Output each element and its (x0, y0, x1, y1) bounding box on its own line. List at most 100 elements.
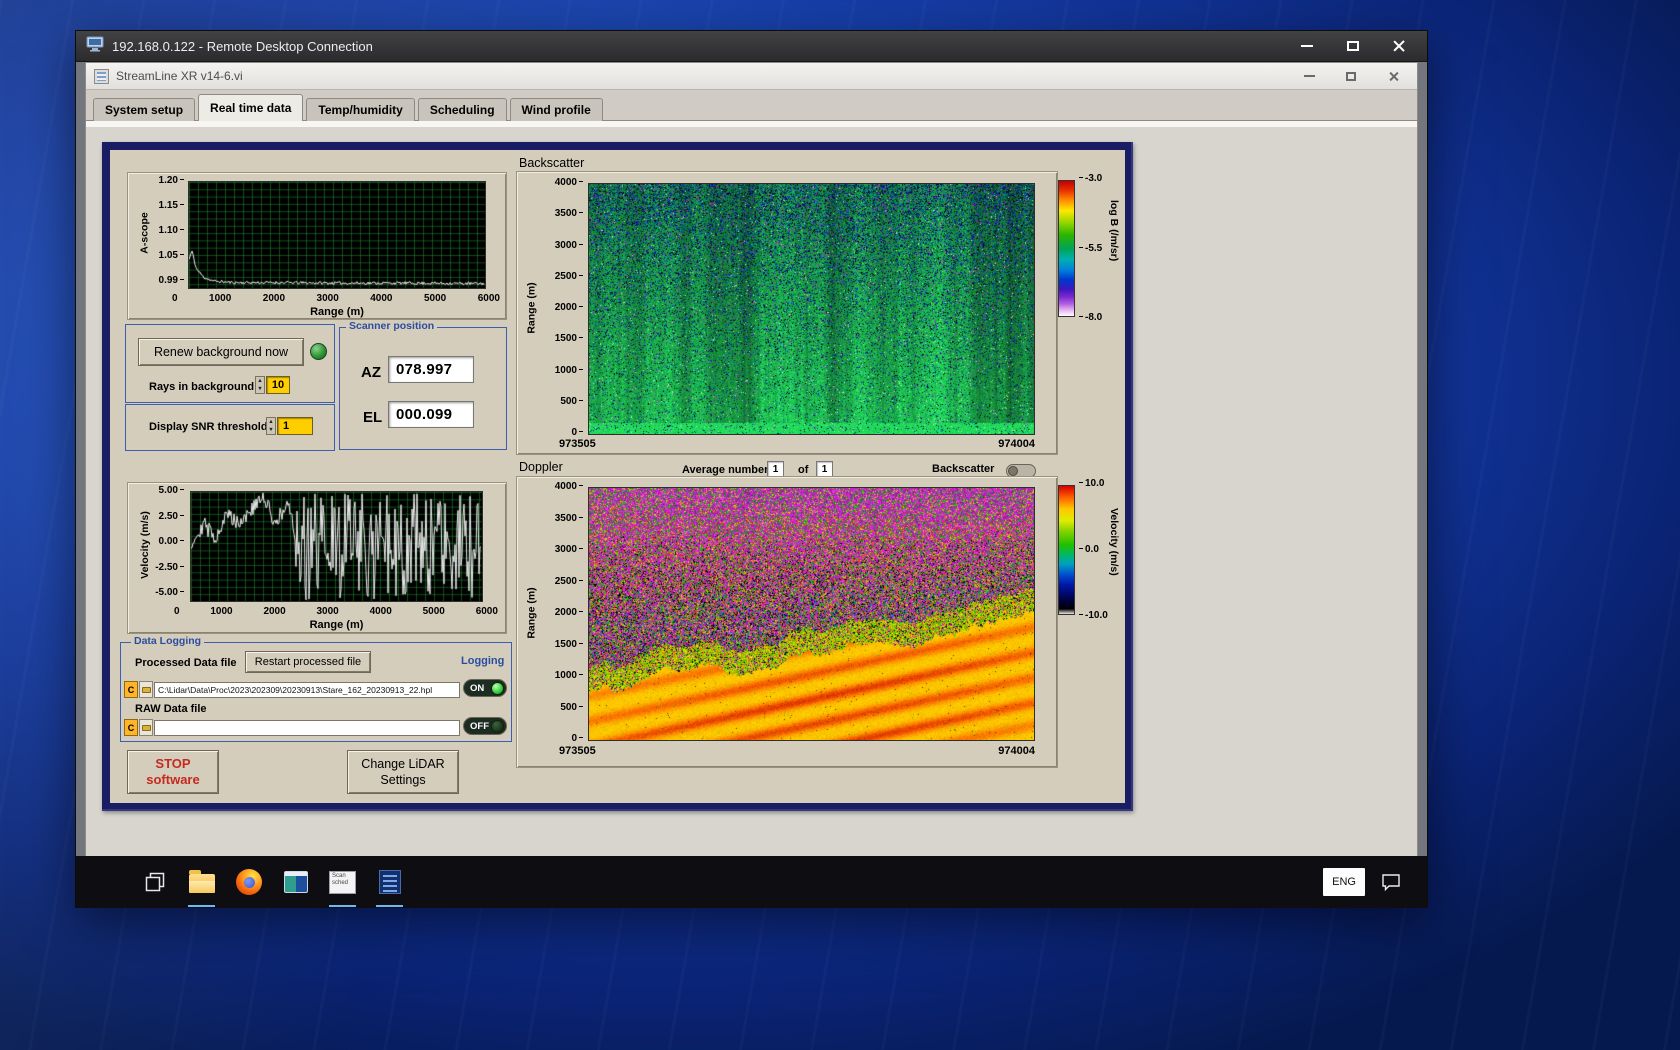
el-label: EL (363, 409, 383, 426)
task-view-button[interactable] (132, 856, 177, 908)
file-explorer-button[interactable] (179, 856, 224, 908)
raw-logging-switch[interactable]: OFF (463, 717, 507, 735)
rdp-window-title: 192.168.0.122 - Remote Desktop Connectio… (112, 38, 373, 54)
ascope-y-tick: 1.10 (159, 226, 184, 236)
change-lidar-settings-button[interactable]: Change LiDAR Settings (347, 750, 459, 794)
rdp-minimize-button[interactable] (1297, 36, 1317, 56)
display-snr-threshold-label: Display SNR threshold (149, 421, 268, 433)
vi-icon (94, 68, 109, 84)
restart-processed-file-button[interactable]: Restart processed file (245, 651, 371, 673)
blue-document-button[interactable] (367, 856, 412, 908)
stop-software-button[interactable]: STOP software (127, 750, 219, 794)
raw-data-file-label: RAW Data file (135, 703, 207, 715)
scan-scheduler-mini-label: Scan sched (332, 872, 349, 886)
raw-path-field[interactable] (154, 720, 460, 736)
doppler-y-tick: 1000 (555, 671, 583, 681)
doppler-y-axis-label: Range (m) (525, 587, 538, 639)
tab[interactable]: Scheduling (417, 98, 507, 121)
ascope-x-tick: 2000 (262, 293, 286, 304)
ascope-x-axis-label: Range (m) (310, 306, 364, 318)
el-field[interactable]: 000.099 (388, 401, 474, 428)
taskbar: Scan sched ENG (76, 856, 1427, 908)
tab[interactable]: System setup (93, 98, 196, 121)
scanner-position-title: Scanner position (346, 320, 438, 332)
language-indicator[interactable]: ENG (1323, 868, 1365, 896)
rdp-maximize-button[interactable] (1343, 36, 1363, 56)
rdp-monitor-icon (86, 36, 104, 57)
backscatter-x-start: 973505 (559, 438, 596, 450)
velocity-x-tick: 1000 (210, 606, 233, 617)
processed-logging-switch[interactable]: ON (463, 679, 507, 697)
doppler-y-tick: 2500 (555, 576, 583, 587)
rays-in-background-label: Rays in background (149, 381, 255, 393)
app-minimize-button[interactable] (1299, 66, 1319, 86)
doppler-colorbar-tick: -10.0 (1079, 611, 1108, 621)
processed-browse-button[interactable] (139, 681, 153, 698)
firefox-button[interactable] (226, 856, 271, 908)
processed-drive-button[interactable]: C (124, 681, 138, 698)
ascope-y-tick: 1.05 (159, 251, 184, 261)
doppler-y-tick: 0 (571, 734, 583, 744)
backscatter-y-tick: 3000 (555, 240, 583, 251)
ascope-x-tick: 3000 (316, 293, 339, 304)
tab[interactable]: Wind profile (509, 98, 603, 121)
app-window-title: StreamLine XR v14-6.vi (116, 69, 243, 83)
snr-spinner[interactable]: ▲ ▼ (266, 417, 276, 435)
backscatter-colorbar-tick: -5.5 (1079, 243, 1102, 254)
velocity-x-tick: 5000 (422, 606, 445, 617)
doppler-y-tick: 4000 (555, 482, 583, 492)
rays-spinner[interactable]: ▲ ▼ (255, 376, 265, 394)
background-led (310, 343, 327, 360)
doppler-colorbar-tick: 0.0 (1079, 545, 1099, 555)
backscatter-y-tick: 500 (560, 396, 583, 407)
doppler-y-tick: 3500 (555, 513, 583, 524)
doppler-colorbar-label: Velocity (m/s) (1108, 508, 1120, 576)
ascope-plot (188, 181, 486, 289)
app-titlebar[interactable]: StreamLine XR v14-6.vi (86, 63, 1417, 90)
tab[interactable]: Temp/humidity (306, 98, 415, 121)
data-logging-group: Data Logging Processed Data file Restart… (120, 635, 512, 742)
tab[interactable]: Real time data (198, 94, 304, 121)
tab-bar: System setup Real time data Temp/humidity S… (86, 90, 1417, 121)
scan-scheduler-button[interactable]: Scan sched (320, 856, 365, 908)
velocity-x-axis-label: Range (m) (309, 619, 364, 631)
az-label: AZ (361, 364, 381, 381)
ascope-x-tick: 6000 (477, 293, 500, 304)
snr-value-field[interactable]: 1 (277, 417, 313, 435)
raw-browse-button[interactable] (139, 719, 153, 736)
folder-icon (141, 686, 151, 693)
notification-icon[interactable] (1381, 872, 1401, 892)
ascope-x-tick: 0 (172, 293, 178, 304)
renew-background-button[interactable]: Renew background now (138, 338, 304, 366)
stop-line1: STOP (155, 756, 191, 771)
backscatter-y-tick: 2000 (555, 303, 583, 313)
raw-drive-button[interactable]: C (124, 719, 138, 736)
app-restore-button[interactable] (1341, 66, 1361, 86)
data-logging-title: Data Logging (131, 635, 205, 647)
of-label: of (798, 464, 809, 476)
rdp-close-button[interactable] (1389, 36, 1409, 56)
ascope-x-tick: 4000 (370, 293, 393, 304)
doppler-backscatter-toggle-label: Backscatter (932, 463, 995, 475)
folder-icon (188, 870, 215, 893)
velocity-x-tick: 6000 (475, 606, 498, 617)
processed-path-field[interactable]: C:\Lidar\Data\Proc\2023\202309\20230913\… (154, 682, 460, 698)
ascope-y-tick: 0.99 (159, 276, 184, 286)
az-field[interactable]: 078.997 (388, 356, 474, 383)
average-number-label: Average number (682, 464, 769, 476)
doppler-x-end: 974004 (998, 745, 1035, 757)
rdp-titlebar[interactable]: 192.168.0.122 - Remote Desktop Connectio… (76, 31, 1427, 62)
app-close-button[interactable] (1383, 66, 1403, 86)
backscatter-y-axis-label: Range (m) (525, 282, 538, 334)
velocity-x-tick: 0 (174, 606, 180, 617)
backscatter-y-tick: 3500 (555, 209, 583, 219)
backscatter-colorbar (1058, 180, 1075, 317)
rays-value-field[interactable]: 10 (266, 376, 290, 394)
doppler-graph-panel: Range (m) 4000 3500 3000 2500 2000 1500 1000 50… (516, 476, 1058, 768)
doppler-colorbar (1058, 485, 1075, 615)
backscatter-y-tick: 1500 (555, 334, 583, 344)
toggle-knob (1008, 466, 1018, 476)
app-window-button[interactable] (273, 856, 318, 908)
scanner-position-group: Scanner position AZ 078.997 EL 000.099 (339, 320, 507, 450)
backscatter-graph-panel: Range (m) 4000 3500 3000 2500 2000 1500 1000 50… (516, 171, 1058, 455)
